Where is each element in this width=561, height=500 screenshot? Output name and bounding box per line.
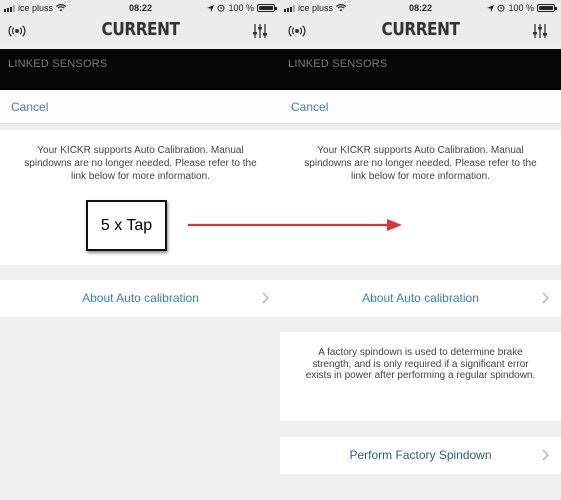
alarm-icon xyxy=(497,4,505,12)
about-auto-calibration-row[interactable]: About Auto calibration xyxy=(280,280,561,317)
linked-sensors-title: LINKED SENSORS xyxy=(288,58,388,70)
battery-icon xyxy=(257,4,277,12)
linked-sensors-title: LINKED SENSORS xyxy=(8,58,108,70)
battery-icon xyxy=(537,4,557,12)
factory-spindown-info-card: A factory spindown is used to determine … xyxy=(280,332,561,421)
sliders-icon[interactable] xyxy=(531,22,549,40)
auto-calibration-info-text: Your KICKR supports Auto Calibration. Ma… xyxy=(24,145,257,182)
app-header: CURRENT xyxy=(0,16,281,44)
sliders-icon[interactable] xyxy=(251,22,269,40)
battery-percent: 100 % xyxy=(508,3,534,13)
location-icon xyxy=(487,4,495,12)
arrow-right-icon xyxy=(188,219,402,231)
perform-factory-spindown-row[interactable]: Perform Factory Spindown xyxy=(280,437,561,474)
battery-percent: 100 % xyxy=(228,3,254,13)
cancel-button[interactable]: Cancel xyxy=(291,100,328,114)
cancel-button[interactable]: Cancel xyxy=(11,100,48,114)
auto-calibration-info-card: Your KICKR supports Auto Calibration. Ma… xyxy=(280,130,561,265)
cancel-bar: Cancel xyxy=(0,90,281,124)
status-bar: ice pluss 08:22 100 % xyxy=(0,0,281,16)
tap-annotation-box: 5 x Tap xyxy=(86,200,167,251)
chevron-right-icon xyxy=(542,449,549,461)
chevron-right-icon xyxy=(262,292,269,304)
auto-calibration-info-text: Your KICKR supports Auto Calibration. Ma… xyxy=(304,145,537,182)
screenshot-after: ice pluss 08:22 100 % CURRENT LINKED SEN… xyxy=(280,0,561,500)
app-header: CURRENT xyxy=(280,16,561,44)
factory-spindown-info-text: A factory spindown is used to determine … xyxy=(305,347,536,381)
cancel-bar: Cancel xyxy=(280,90,561,124)
about-auto-calibration-link[interactable]: About Auto calibration xyxy=(280,291,561,305)
app-logo: CURRENT xyxy=(101,19,180,40)
chevron-right-icon xyxy=(542,292,549,304)
location-icon xyxy=(207,4,215,12)
app-logo: CURRENT xyxy=(381,19,460,40)
linked-sensors-bar: LINKED SENSORS xyxy=(280,49,561,90)
alarm-icon xyxy=(217,4,225,12)
linked-sensors-bar: LINKED SENSORS xyxy=(0,49,281,90)
about-auto-calibration-row[interactable]: About Auto calibration xyxy=(0,280,281,317)
perform-factory-spindown-button[interactable]: Perform Factory Spindown xyxy=(280,448,561,462)
status-bar: ice pluss 08:22 100 % xyxy=(280,0,561,16)
about-auto-calibration-link[interactable]: About Auto calibration xyxy=(0,291,281,305)
